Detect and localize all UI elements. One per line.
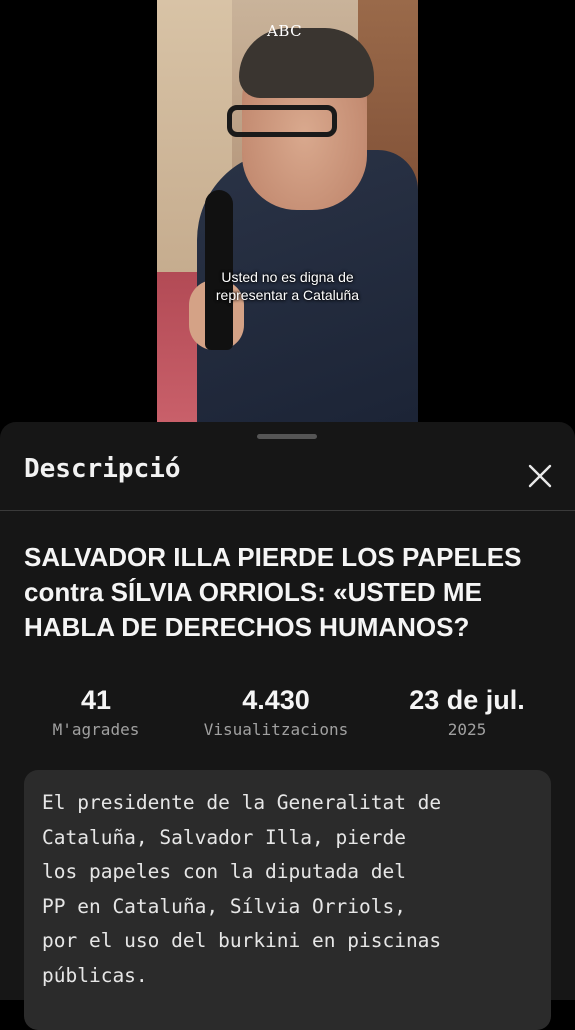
likes-label: M'agrades	[52, 720, 140, 739]
date-stat: 23 de jul. 2025	[396, 684, 538, 744]
video-player-area[interactable]: ABC Usted no es digna de representar a C…	[0, 0, 575, 422]
publish-date: 23 de jul.	[409, 685, 525, 715]
close-icon	[528, 464, 552, 488]
publish-year: 2025	[447, 720, 487, 739]
description-text: El presidente de la Generalitat de Catal…	[42, 791, 442, 987]
description-sheet: Descripció SALVADOR ILLA PIERDE LOS PAPE…	[0, 422, 575, 1030]
close-button[interactable]	[524, 460, 556, 492]
video-stats: 41 M'agrades 4.430 Visualitzacions 23 de…	[0, 684, 575, 754]
video-player[interactable]: ABC Usted no es digna de representar a C…	[157, 0, 418, 422]
drag-handle[interactable]	[257, 434, 317, 439]
video-title: SALVADOR ILLA PIERDE LOS PAPELES contra …	[24, 542, 522, 642]
sheet-title: Descripció	[24, 454, 181, 484]
divider	[0, 510, 575, 511]
likes-count: 41	[80, 685, 112, 715]
video-subtitle: Usted no es digna de representar a Catal…	[215, 269, 360, 303]
views-count: 4.430	[242, 685, 310, 715]
likes-stat: 41 M'agrades	[40, 684, 152, 744]
views-stat: 4.430 Visualitzacions	[184, 684, 368, 744]
views-label: Visualitzacions	[203, 720, 349, 739]
channel-logo: ABC	[267, 22, 303, 40]
description-box: El presidente de la Generalitat de Catal…	[24, 770, 551, 1030]
